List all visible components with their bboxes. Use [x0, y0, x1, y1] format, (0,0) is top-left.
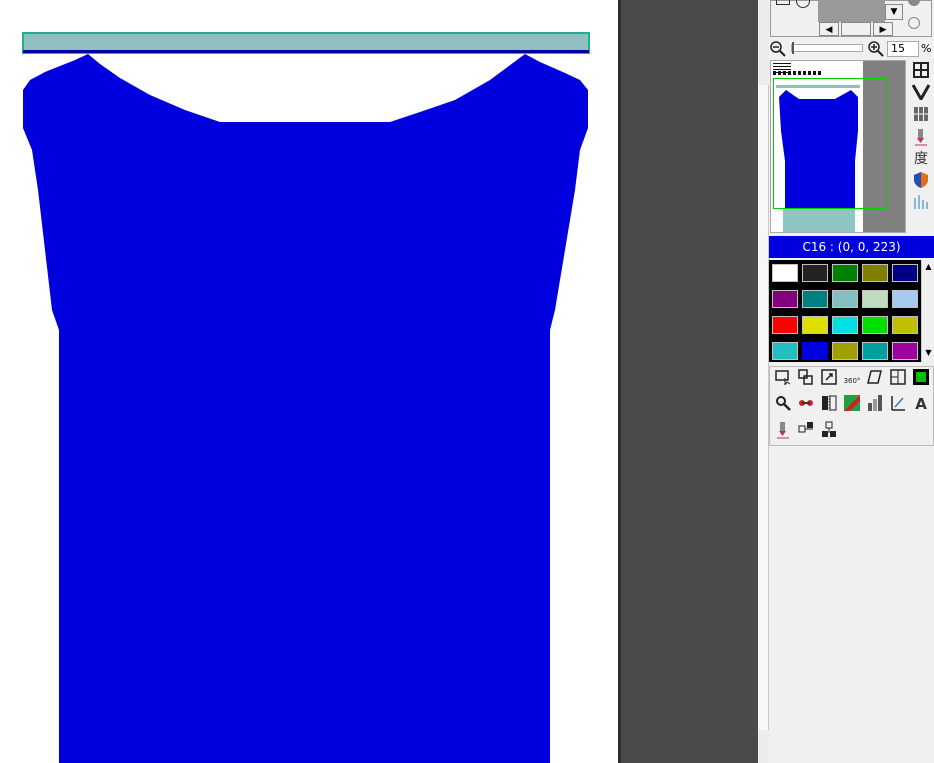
palette-swatch[interactable]: [832, 290, 858, 308]
zoom-in-icon[interactable]: [867, 40, 885, 58]
split-icon[interactable]: [889, 369, 907, 387]
preview-swatch: [818, 0, 885, 22]
tool-grid: 360° A: [769, 366, 934, 446]
palette-swatch[interactable]: [802, 342, 828, 360]
scrollbar-thumb[interactable]: [758, 85, 769, 730]
degree-icon[interactable]: 度: [911, 149, 931, 169]
palette-swatch[interactable]: [802, 290, 828, 308]
hanger-rod-bottom-edge: [23, 50, 589, 53]
color-palette: [769, 260, 921, 362]
nav-left-icon[interactable]: ◀: [819, 22, 839, 36]
palette-grid: [769, 260, 921, 362]
thumbnail-bottom-area: [783, 209, 855, 232]
palette-swatch[interactable]: [862, 316, 888, 334]
zoom-slider[interactable]: [791, 42, 863, 54]
pattern-grid-icon[interactable]: [911, 106, 931, 126]
nav-track[interactable]: [841, 22, 871, 36]
needle-lines-icon[interactable]: [911, 193, 931, 213]
preview-controls: ▼ ◀ ▶: [769, 0, 934, 38]
palette-swatch[interactable]: [892, 316, 918, 334]
palette-swatch[interactable]: [772, 316, 798, 334]
zoom-slider-thumb[interactable]: [792, 42, 794, 54]
palette-swatch[interactable]: [892, 342, 918, 360]
resize-icon[interactable]: [820, 369, 838, 387]
rotate-360-icon[interactable]: 360°: [843, 369, 861, 387]
zoom-bar: 15 %: [769, 38, 934, 60]
palette-swatch[interactable]: [832, 264, 858, 282]
link-icon[interactable]: [797, 395, 815, 413]
zoom-out-icon[interactable]: [769, 40, 787, 58]
select-rect-icon[interactable]: [774, 369, 792, 387]
rotate-label: 360°: [843, 377, 861, 385]
letter-label: A: [915, 395, 927, 413]
measure-icon[interactable]: [889, 395, 907, 413]
design-canvas[interactable]: [0, 0, 618, 763]
v-shape-icon[interactable]: [911, 84, 931, 104]
palette-swatch[interactable]: [892, 264, 918, 282]
palette-swatch[interactable]: [802, 316, 828, 334]
right-tool-panel: ▼ ◀ ▶ 15 % 度 C16: (0, 0, 223) ▲ ▼ 360° …: [769, 0, 934, 763]
palette-swatch[interactable]: [892, 290, 918, 308]
color-status-text: C16 : (0, 0, 223): [802, 240, 901, 254]
stripe-fill-icon[interactable]: [843, 395, 861, 413]
shield-icon[interactable]: [911, 171, 931, 191]
zoom-value-field[interactable]: 15: [887, 41, 919, 57]
nav-right-icon[interactable]: ▶: [873, 22, 893, 36]
pen-tool-icon-2[interactable]: [774, 421, 792, 439]
copy-shape-icon[interactable]: [797, 369, 815, 387]
radio-empty-icon[interactable]: [908, 17, 920, 29]
pen-tool-icon[interactable]: [911, 128, 931, 148]
letter-icon[interactable]: A: [912, 395, 930, 413]
align-vertical-icon[interactable]: [820, 421, 838, 439]
garment-body[interactable]: [23, 54, 588, 763]
garment-canvas-svg[interactable]: [0, 0, 618, 763]
dropdown-arrow-icon[interactable]: ▼: [885, 4, 903, 20]
workspace-background: [618, 0, 758, 763]
align-horizontal-icon[interactable]: [797, 421, 815, 439]
scroll-up-icon[interactable]: ▲: [923, 262, 934, 272]
skew-icon[interactable]: [866, 369, 884, 387]
palette-scrollbar[interactable]: ▲ ▼: [921, 260, 934, 362]
checkbox-icon[interactable]: [776, 0, 790, 5]
color-status-bar: C16 : (0, 0, 223): [769, 236, 934, 258]
palette-swatch[interactable]: [802, 264, 828, 282]
scroll-down-icon[interactable]: ▼: [923, 348, 934, 358]
palette-swatch[interactable]: [832, 342, 858, 360]
palette-swatch[interactable]: [772, 264, 798, 282]
stitch-icon[interactable]: [866, 395, 884, 413]
vertical-scrollbar[interactable]: [758, 0, 769, 763]
thumbnail-navigator[interactable]: [770, 60, 906, 233]
viewport-rectangle[interactable]: [773, 78, 887, 209]
zoom-unit-label: %: [921, 42, 932, 55]
palette-swatch[interactable]: [862, 264, 888, 282]
palette-swatch[interactable]: [772, 290, 798, 308]
palette-swatch[interactable]: [862, 342, 888, 360]
side-icon-column: 度: [908, 60, 934, 235]
grid-icon[interactable]: [911, 62, 931, 82]
palette-swatch[interactable]: [772, 342, 798, 360]
color-fill-icon[interactable]: [912, 369, 930, 387]
palette-swatch[interactable]: [832, 316, 858, 334]
mirror-icon[interactable]: [820, 395, 838, 413]
palette-swatch[interactable]: [862, 290, 888, 308]
wrench-icon[interactable]: [774, 395, 792, 413]
